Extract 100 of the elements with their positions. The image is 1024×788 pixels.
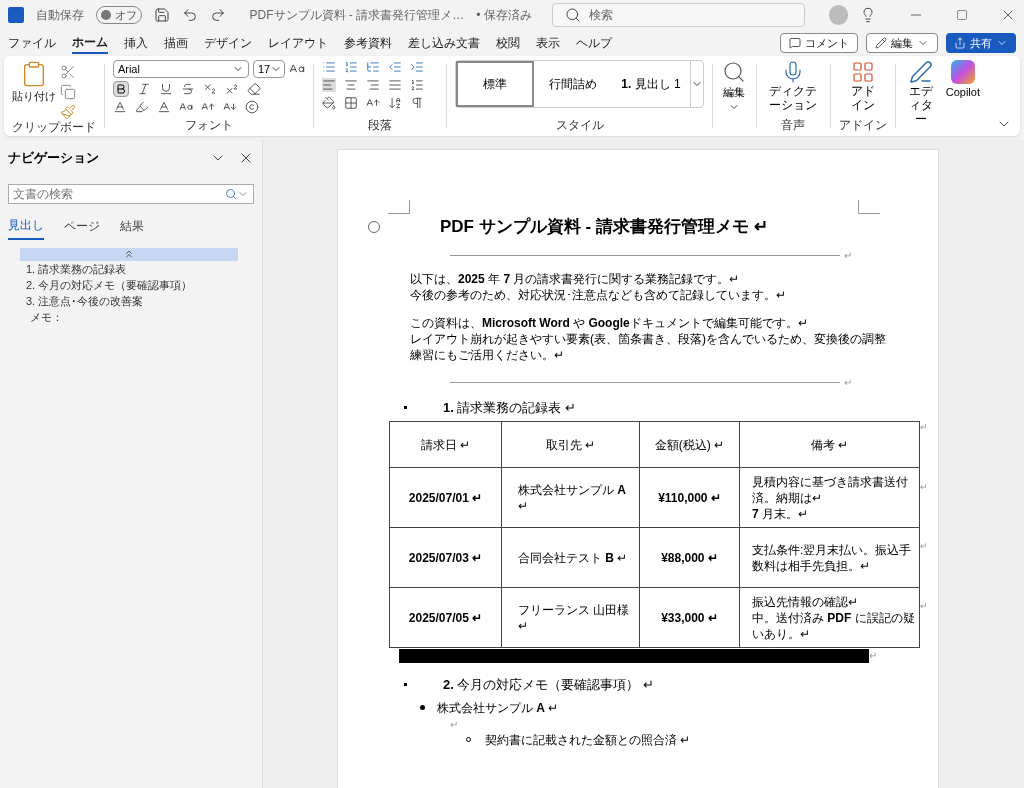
bullet-icon	[404, 405, 407, 409]
heading-item[interactable]: 3. 注意点･今後の改善案	[26, 292, 254, 309]
share-icon	[954, 37, 966, 49]
justify-icon[interactable]	[387, 78, 402, 92]
underline-icon[interactable]	[158, 82, 173, 96]
heading-item[interactable]: メモ：	[30, 308, 254, 325]
margin-corner-mark	[388, 200, 410, 214]
table-header: 金額(税込) ↵	[639, 421, 740, 468]
copilot-button[interactable]: Copilot	[945, 60, 980, 101]
line-spacing-icon[interactable]	[409, 78, 424, 92]
nav-tab[interactable]: ページ	[64, 215, 100, 240]
paragraph: この資料は、Microsoft Word や Googleドキュメントで編集可能です。↵ レイアウト崩れが起きやすい要素(表、箇条書き、段落)を含んでいるため、変換後の調整練習にもご活用ください。↵	[410, 314, 887, 363]
style-option[interactable]: 標準	[456, 61, 534, 107]
section-heading: 1. 請求業務の記録表 ↵	[443, 398, 577, 417]
cut-icon[interactable]	[60, 64, 76, 80]
font-name-field[interactable]: Arial	[112, 60, 249, 78]
group-label: スタイル	[555, 118, 604, 132]
menu-tab[interactable]: 表示	[536, 32, 560, 54]
editing-button[interactable]: 編集	[720, 60, 748, 113]
paragraph-mark: ↵	[450, 718, 458, 730]
section-heading: 2. 今月の対応メモ（要確認事項） ↵	[443, 676, 655, 694]
copy-icon[interactable]	[60, 84, 76, 100]
pen-icon	[908, 60, 933, 84]
addin-button[interactable]: アドイン	[849, 60, 876, 112]
menu-tab[interactable]: ヘルプ	[576, 32, 612, 54]
superscript-icon[interactable]	[224, 82, 239, 96]
table-cell: フリーランス 山田様 ↵	[501, 587, 640, 648]
search-field[interactable]: 検索	[551, 3, 805, 27]
paragraph-mark: ↵	[844, 375, 852, 390]
font-color-icon[interactable]	[156, 100, 171, 114]
borders-icon[interactable]	[343, 96, 358, 110]
numbering-icon[interactable]	[343, 60, 358, 74]
font-size-field[interactable]: 17	[252, 60, 285, 78]
menu-tab[interactable]: 差し込み文書	[408, 32, 480, 54]
table-cell: 2025/07/01 ↵	[389, 467, 502, 528]
pane-title: ナビゲーション	[8, 149, 99, 167]
heading-item[interactable]: 2. 今月の対応メモ（要確認事項）	[26, 276, 254, 293]
menu-tab[interactable]: ファイル	[8, 32, 56, 54]
paragraph-mark: ↵	[844, 248, 852, 263]
bold-icon[interactable]	[112, 81, 129, 97]
table-cell: ¥110,000 ↵	[639, 467, 740, 528]
table-header: 取引先 ↵	[501, 421, 640, 468]
align-center-icon[interactable]	[343, 78, 358, 92]
editor-button[interactable]: エディター	[903, 60, 938, 126]
save-icon[interactable]	[153, 7, 170, 23]
highlighter-icon[interactable]	[134, 100, 149, 114]
redo-icon[interactable]	[209, 7, 226, 23]
align-left-icon[interactable]	[321, 78, 336, 92]
multilevel-list-icon[interactable]	[365, 60, 380, 74]
clear-format-icon[interactable]	[246, 82, 261, 96]
menu-tab[interactable]: レイアウト	[268, 32, 328, 54]
sort-icon[interactable]	[387, 96, 402, 110]
dictation-button[interactable]: ディクテーション	[764, 60, 822, 112]
menu-tab[interactable]: デザイン	[204, 32, 252, 54]
edit-mode-button[interactable]: 編集	[866, 33, 938, 53]
style-option[interactable]: 行間詰め	[534, 61, 612, 107]
maximize-icon[interactable]	[956, 9, 968, 21]
heading-item[interactable]: 1. 請求業務の記録表	[26, 260, 254, 277]
table-cell: ¥33,000 ↵	[639, 587, 740, 648]
row-end-mark: ↵	[920, 480, 928, 494]
table-header: 備考 ↵	[739, 421, 920, 468]
document-title: PDFサンプル資料 - 請求書発行管理メ…	[249, 7, 465, 24]
enclose-character-icon[interactable]	[244, 100, 259, 114]
undo-icon[interactable]	[181, 7, 198, 23]
comment-button[interactable]: コメント	[780, 33, 858, 53]
nav-tab[interactable]: 結果	[120, 215, 144, 240]
group-label: 段落	[367, 118, 392, 132]
style-option[interactable]: 1. 見出し 1	[612, 61, 690, 107]
shading-icon[interactable]	[321, 96, 336, 110]
menu-tab[interactable]: 校閲	[496, 32, 520, 54]
document-title: PDF サンプル資料 - 請求書発行管理メモ ↵	[440, 216, 768, 238]
menu-tab[interactable]: 参考資料	[344, 32, 392, 54]
search-icon	[225, 187, 237, 200]
menu-tab[interactable]: 描画	[164, 32, 188, 54]
text-effect-icon[interactable]	[112, 100, 127, 114]
document-search-field[interactable]: 文書の検索	[8, 183, 254, 204]
autosave-label: 自動保存	[35, 7, 84, 24]
lightbulb-icon[interactable]	[860, 7, 876, 23]
group-label: クリップボード	[12, 120, 96, 134]
table-cell: 2025/07/05 ↵	[389, 587, 502, 648]
table-cell: 振込先情報の確認↵ 中。送付済み PDF に誤記の疑いあり。↵	[739, 587, 920, 648]
subscript-icon[interactable]	[202, 82, 217, 96]
strikethrough-icon[interactable]	[180, 82, 195, 96]
menu-tab[interactable]: 挿入	[124, 32, 148, 54]
paste-button[interactable]: 貼り付け	[12, 60, 56, 120]
list-item: 株式会社サンプル A ↵	[437, 699, 559, 717]
table-header: 請求日 ↵	[389, 421, 502, 468]
save-status[interactable]: • 保存済み	[476, 6, 532, 24]
word-logo-icon	[8, 7, 24, 23]
menu-tab[interactable]: ホーム	[72, 32, 108, 54]
bullet-icon	[420, 705, 425, 710]
format-painter-icon[interactable]	[60, 104, 76, 120]
italic-icon[interactable]	[136, 82, 151, 96]
search-icon	[564, 7, 581, 23]
share-button[interactable]: 共有	[946, 33, 1016, 53]
margin-corner-mark	[858, 200, 880, 214]
nav-tab[interactable]: 見出し	[8, 215, 44, 240]
show-marks-icon[interactable]	[409, 96, 424, 110]
bullet-icon	[404, 683, 407, 687]
group-label: フォント	[184, 118, 233, 132]
